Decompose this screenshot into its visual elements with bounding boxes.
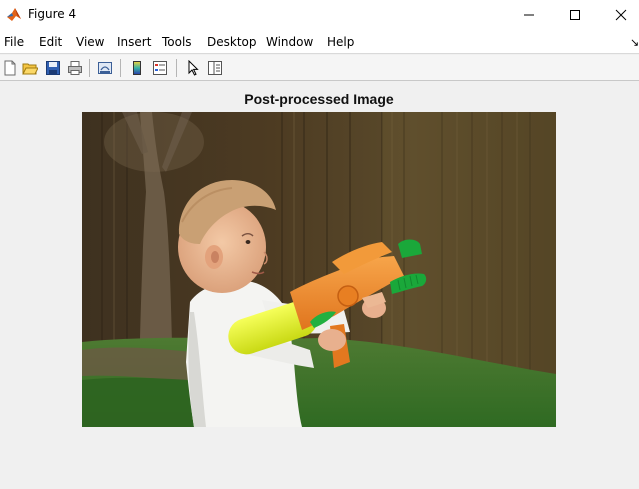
menu-view[interactable]: View — [76, 35, 104, 49]
menu-window[interactable]: Window — [266, 35, 313, 49]
matlab-icon — [7, 8, 21, 21]
maximize-button[interactable] — [552, 0, 598, 30]
menu-tools[interactable]: Tools — [162, 35, 192, 49]
toolbar-separator — [120, 59, 121, 77]
menu-bar: File Edit View Insert Tools Desktop Wind… — [0, 30, 639, 54]
image-axes[interactable] — [82, 112, 556, 427]
minimize-button[interactable] — [506, 0, 552, 30]
window-title: Figure 4 — [28, 7, 77, 21]
menu-insert[interactable]: Insert — [117, 35, 151, 49]
minimize-icon — [524, 14, 534, 16]
open-file-icon — [22, 63, 38, 75]
edit-plot-button[interactable] — [183, 58, 203, 78]
toolbar-separator — [176, 59, 177, 77]
open-file-button[interactable] — [20, 58, 40, 78]
colorbar-button[interactable] — [127, 58, 147, 78]
figure-toolbar — [0, 55, 639, 81]
property-inspector-button[interactable] — [205, 58, 225, 78]
close-button[interactable] — [598, 0, 639, 30]
colorbar-icon — [133, 61, 141, 75]
menu-desktop[interactable]: Desktop — [207, 35, 257, 49]
dock-figure-icon[interactable]: ↘ — [630, 36, 639, 49]
legend-icon — [153, 61, 167, 75]
new-figure-icon — [4, 60, 16, 76]
edit-plot-pointer-icon — [188, 60, 199, 76]
post-processed-image — [82, 112, 556, 427]
menu-edit[interactable]: Edit — [39, 35, 62, 49]
close-icon — [615, 9, 627, 21]
legend-button[interactable] — [150, 58, 170, 78]
axes-title: Post-processed Image — [244, 91, 394, 107]
new-figure-button[interactable] — [0, 58, 20, 78]
save-icon — [46, 61, 60, 75]
title-bar: Figure 4 — [0, 0, 639, 30]
menu-help[interactable]: Help — [327, 35, 354, 49]
link-plot-button[interactable] — [95, 58, 115, 78]
toolbar-separator — [89, 59, 90, 77]
save-button[interactable] — [43, 58, 63, 78]
print-icon — [68, 61, 82, 75]
link-plot-icon — [98, 62, 112, 74]
print-button[interactable] — [65, 58, 85, 78]
maximize-icon — [570, 10, 580, 20]
menu-file[interactable]: File — [4, 35, 24, 49]
property-inspector-icon — [208, 61, 222, 75]
